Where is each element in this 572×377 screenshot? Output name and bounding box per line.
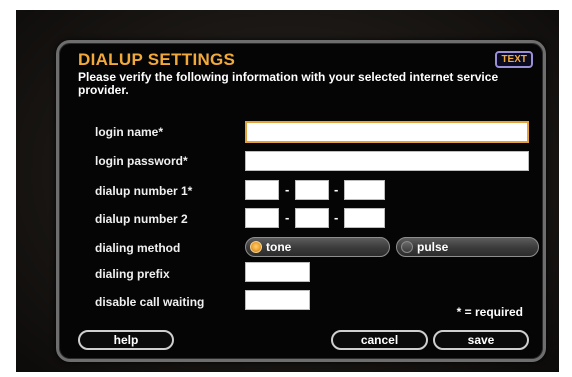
cancel-button[interactable]: cancel: [331, 330, 428, 350]
dialup-number-1-separator: -: [285, 182, 290, 197]
radio-selected-icon: [250, 241, 262, 253]
dialing-prefix-label: dialing prefix: [95, 267, 170, 281]
dialup-number-1-prefix-input[interactable]: [295, 180, 329, 200]
dialup-number-1-label: dialup number 1*: [95, 184, 193, 198]
dialup-number-2-separator: -: [285, 210, 290, 225]
dialup-number-2-separator: -: [334, 210, 339, 225]
login-name-input[interactable]: [245, 121, 529, 143]
dialup-number-2-area-input[interactable]: [245, 208, 279, 228]
required-note: * = required: [456, 305, 523, 319]
dialup-number-1-line-input[interactable]: [344, 180, 385, 200]
dialup-number-1-separator: -: [334, 182, 339, 197]
tone-radio-button[interactable]: tone: [245, 237, 390, 257]
dialup-number-2-label: dialup number 2: [95, 212, 188, 226]
radio-unselected-icon: [401, 241, 413, 253]
dialup-number-1-area-input[interactable]: [245, 180, 279, 200]
disable-call-waiting-label: disable call waiting: [95, 295, 205, 309]
tv-screen: DIALUP SETTINGS TEXT Please verify the f…: [16, 10, 559, 372]
login-password-input[interactable]: [245, 151, 529, 171]
save-button[interactable]: save: [433, 330, 529, 350]
pulse-label: pulse: [417, 240, 449, 254]
dialup-number-2-line-input[interactable]: [344, 208, 385, 228]
page-title: DIALUP SETTINGS: [78, 50, 236, 69]
dialup-number-2-prefix-input[interactable]: [295, 208, 329, 228]
dialup-settings-panel: DIALUP SETTINGS TEXT Please verify the f…: [56, 40, 546, 362]
disable-call-waiting-input[interactable]: [245, 290, 310, 310]
login-password-label: login password*: [95, 154, 188, 168]
instructions-text: Please verify the following information …: [78, 70, 499, 97]
tone-label: tone: [266, 240, 292, 254]
dialing-method-label: dialing method: [95, 241, 181, 255]
pulse-radio-button[interactable]: pulse: [396, 237, 539, 257]
login-name-label: login name*: [95, 125, 164, 139]
text-button[interactable]: TEXT: [495, 51, 533, 68]
help-button[interactable]: help: [78, 330, 174, 350]
dialing-prefix-input[interactable]: [245, 262, 310, 282]
